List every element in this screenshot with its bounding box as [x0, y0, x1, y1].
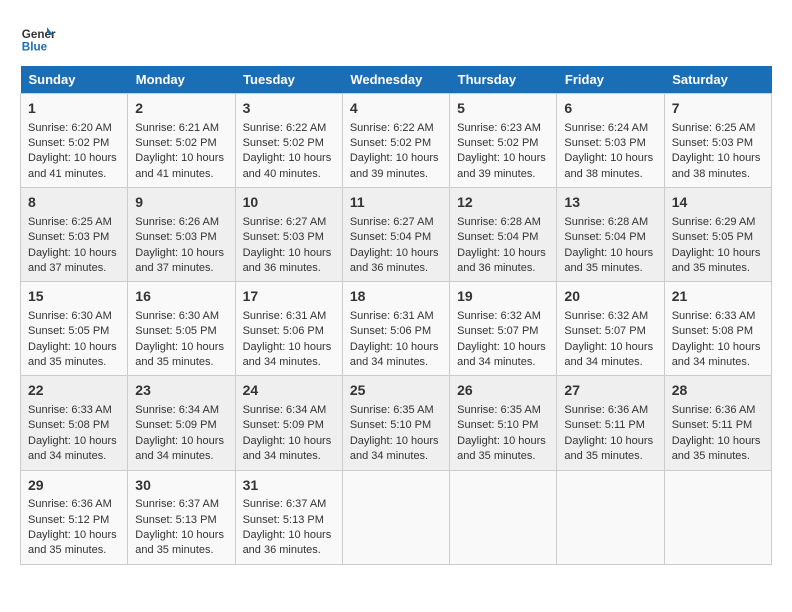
calendar-day-cell: 4Sunrise: 6:22 AMSunset: 5:02 PMDaylight…: [342, 94, 449, 188]
calendar-table: SundayMondayTuesdayWednesdayThursdayFrid…: [20, 66, 772, 565]
calendar-week-row: 22Sunrise: 6:33 AMSunset: 5:08 PMDayligh…: [21, 376, 772, 470]
day-header-thursday: Thursday: [450, 66, 557, 94]
calendar-day-cell: 12Sunrise: 6:28 AMSunset: 5:04 PMDayligh…: [450, 188, 557, 282]
day-number: 28: [672, 381, 764, 401]
calendar-day-cell: [664, 470, 771, 564]
calendar-day-cell: [557, 470, 664, 564]
calendar-day-cell: 23Sunrise: 6:34 AMSunset: 5:09 PMDayligh…: [128, 376, 235, 470]
day-number: 21: [672, 287, 764, 307]
day-number: 23: [135, 381, 227, 401]
calendar-day-cell: 5Sunrise: 6:23 AMSunset: 5:02 PMDaylight…: [450, 94, 557, 188]
calendar-day-cell: 14Sunrise: 6:29 AMSunset: 5:05 PMDayligh…: [664, 188, 771, 282]
day-header-tuesday: Tuesday: [235, 66, 342, 94]
day-number: 16: [135, 287, 227, 307]
day-number: 7: [672, 99, 764, 119]
day-number: 4: [350, 99, 442, 119]
calendar-week-row: 15Sunrise: 6:30 AMSunset: 5:05 PMDayligh…: [21, 282, 772, 376]
day-number: 2: [135, 99, 227, 119]
day-number: 3: [243, 99, 335, 119]
calendar-day-cell: 24Sunrise: 6:34 AMSunset: 5:09 PMDayligh…: [235, 376, 342, 470]
calendar-day-cell: [342, 470, 449, 564]
calendar-week-row: 1Sunrise: 6:20 AMSunset: 5:02 PMDaylight…: [21, 94, 772, 188]
calendar-day-cell: 31Sunrise: 6:37 AMSunset: 5:13 PMDayligh…: [235, 470, 342, 564]
day-number: 31: [243, 476, 335, 496]
day-number: 20: [564, 287, 656, 307]
calendar-day-cell: 15Sunrise: 6:30 AMSunset: 5:05 PMDayligh…: [21, 282, 128, 376]
calendar-day-cell: 11Sunrise: 6:27 AMSunset: 5:04 PMDayligh…: [342, 188, 449, 282]
calendar-day-cell: 18Sunrise: 6:31 AMSunset: 5:06 PMDayligh…: [342, 282, 449, 376]
calendar-day-cell: 28Sunrise: 6:36 AMSunset: 5:11 PMDayligh…: [664, 376, 771, 470]
day-number: 11: [350, 193, 442, 213]
day-header-sunday: Sunday: [21, 66, 128, 94]
day-header-monday: Monday: [128, 66, 235, 94]
calendar-day-cell: 7Sunrise: 6:25 AMSunset: 5:03 PMDaylight…: [664, 94, 771, 188]
calendar-day-cell: 20Sunrise: 6:32 AMSunset: 5:07 PMDayligh…: [557, 282, 664, 376]
day-number: 8: [28, 193, 120, 213]
day-number: 24: [243, 381, 335, 401]
day-number: 5: [457, 99, 549, 119]
calendar-day-cell: 27Sunrise: 6:36 AMSunset: 5:11 PMDayligh…: [557, 376, 664, 470]
calendar-day-cell: 30Sunrise: 6:37 AMSunset: 5:13 PMDayligh…: [128, 470, 235, 564]
logo: General Blue: [20, 20, 56, 56]
calendar-day-cell: 8Sunrise: 6:25 AMSunset: 5:03 PMDaylight…: [21, 188, 128, 282]
calendar-day-cell: 19Sunrise: 6:32 AMSunset: 5:07 PMDayligh…: [450, 282, 557, 376]
day-number: 26: [457, 381, 549, 401]
calendar-day-cell: 6Sunrise: 6:24 AMSunset: 5:03 PMDaylight…: [557, 94, 664, 188]
day-number: 30: [135, 476, 227, 496]
page-header: General Blue: [20, 20, 772, 56]
day-number: 1: [28, 99, 120, 119]
calendar-week-row: 8Sunrise: 6:25 AMSunset: 5:03 PMDaylight…: [21, 188, 772, 282]
calendar-day-cell: 17Sunrise: 6:31 AMSunset: 5:06 PMDayligh…: [235, 282, 342, 376]
day-header-wednesday: Wednesday: [342, 66, 449, 94]
calendar-day-cell: 21Sunrise: 6:33 AMSunset: 5:08 PMDayligh…: [664, 282, 771, 376]
day-number: 18: [350, 287, 442, 307]
svg-text:Blue: Blue: [22, 41, 48, 54]
day-number: 10: [243, 193, 335, 213]
day-number: 22: [28, 381, 120, 401]
calendar-day-cell: [450, 470, 557, 564]
day-number: 25: [350, 381, 442, 401]
day-number: 12: [457, 193, 549, 213]
calendar-day-cell: 10Sunrise: 6:27 AMSunset: 5:03 PMDayligh…: [235, 188, 342, 282]
calendar-day-cell: 16Sunrise: 6:30 AMSunset: 5:05 PMDayligh…: [128, 282, 235, 376]
calendar-day-cell: 3Sunrise: 6:22 AMSunset: 5:02 PMDaylight…: [235, 94, 342, 188]
calendar-day-cell: 29Sunrise: 6:36 AMSunset: 5:12 PMDayligh…: [21, 470, 128, 564]
day-header-saturday: Saturday: [664, 66, 771, 94]
calendar-day-cell: 1Sunrise: 6:20 AMSunset: 5:02 PMDaylight…: [21, 94, 128, 188]
calendar-day-cell: 9Sunrise: 6:26 AMSunset: 5:03 PMDaylight…: [128, 188, 235, 282]
calendar-day-cell: 22Sunrise: 6:33 AMSunset: 5:08 PMDayligh…: [21, 376, 128, 470]
day-number: 15: [28, 287, 120, 307]
day-number: 9: [135, 193, 227, 213]
calendar-day-cell: 26Sunrise: 6:35 AMSunset: 5:10 PMDayligh…: [450, 376, 557, 470]
day-number: 13: [564, 193, 656, 213]
logo-icon: General Blue: [20, 20, 56, 56]
day-number: 17: [243, 287, 335, 307]
calendar-day-cell: 13Sunrise: 6:28 AMSunset: 5:04 PMDayligh…: [557, 188, 664, 282]
day-number: 19: [457, 287, 549, 307]
day-number: 6: [564, 99, 656, 119]
day-number: 14: [672, 193, 764, 213]
calendar-day-cell: 2Sunrise: 6:21 AMSunset: 5:02 PMDaylight…: [128, 94, 235, 188]
calendar-week-row: 29Sunrise: 6:36 AMSunset: 5:12 PMDayligh…: [21, 470, 772, 564]
calendar-header-row: SundayMondayTuesdayWednesdayThursdayFrid…: [21, 66, 772, 94]
day-number: 27: [564, 381, 656, 401]
day-header-friday: Friday: [557, 66, 664, 94]
day-number: 29: [28, 476, 120, 496]
calendar-day-cell: 25Sunrise: 6:35 AMSunset: 5:10 PMDayligh…: [342, 376, 449, 470]
